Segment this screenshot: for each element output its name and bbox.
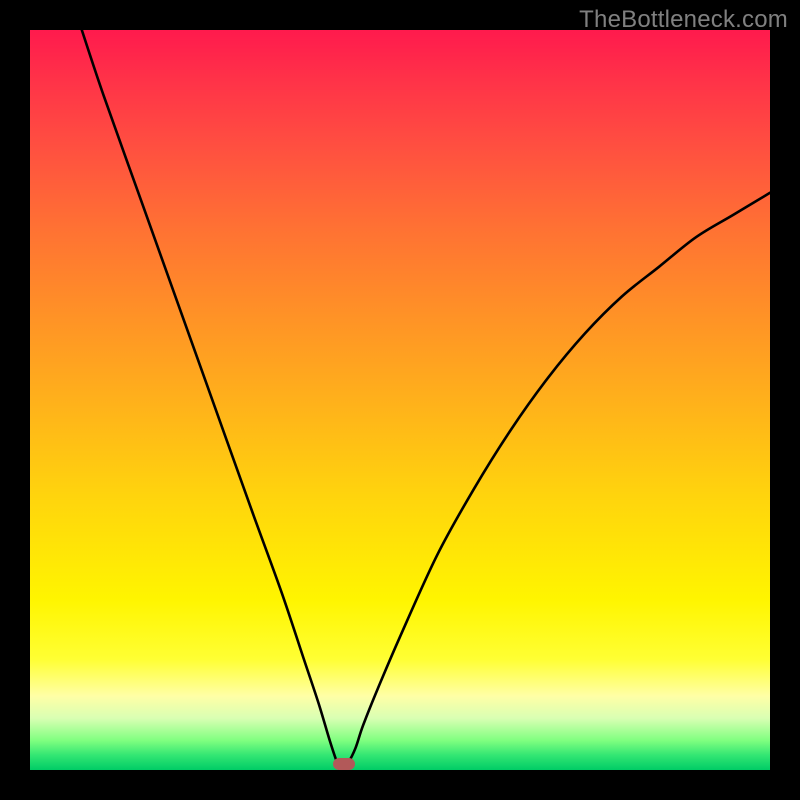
minimum-marker: [333, 758, 355, 770]
bottleneck-curve: [82, 30, 770, 770]
curve-svg: [30, 30, 770, 770]
chart-frame: TheBottleneck.com: [0, 0, 800, 800]
plot-area: [30, 30, 770, 770]
